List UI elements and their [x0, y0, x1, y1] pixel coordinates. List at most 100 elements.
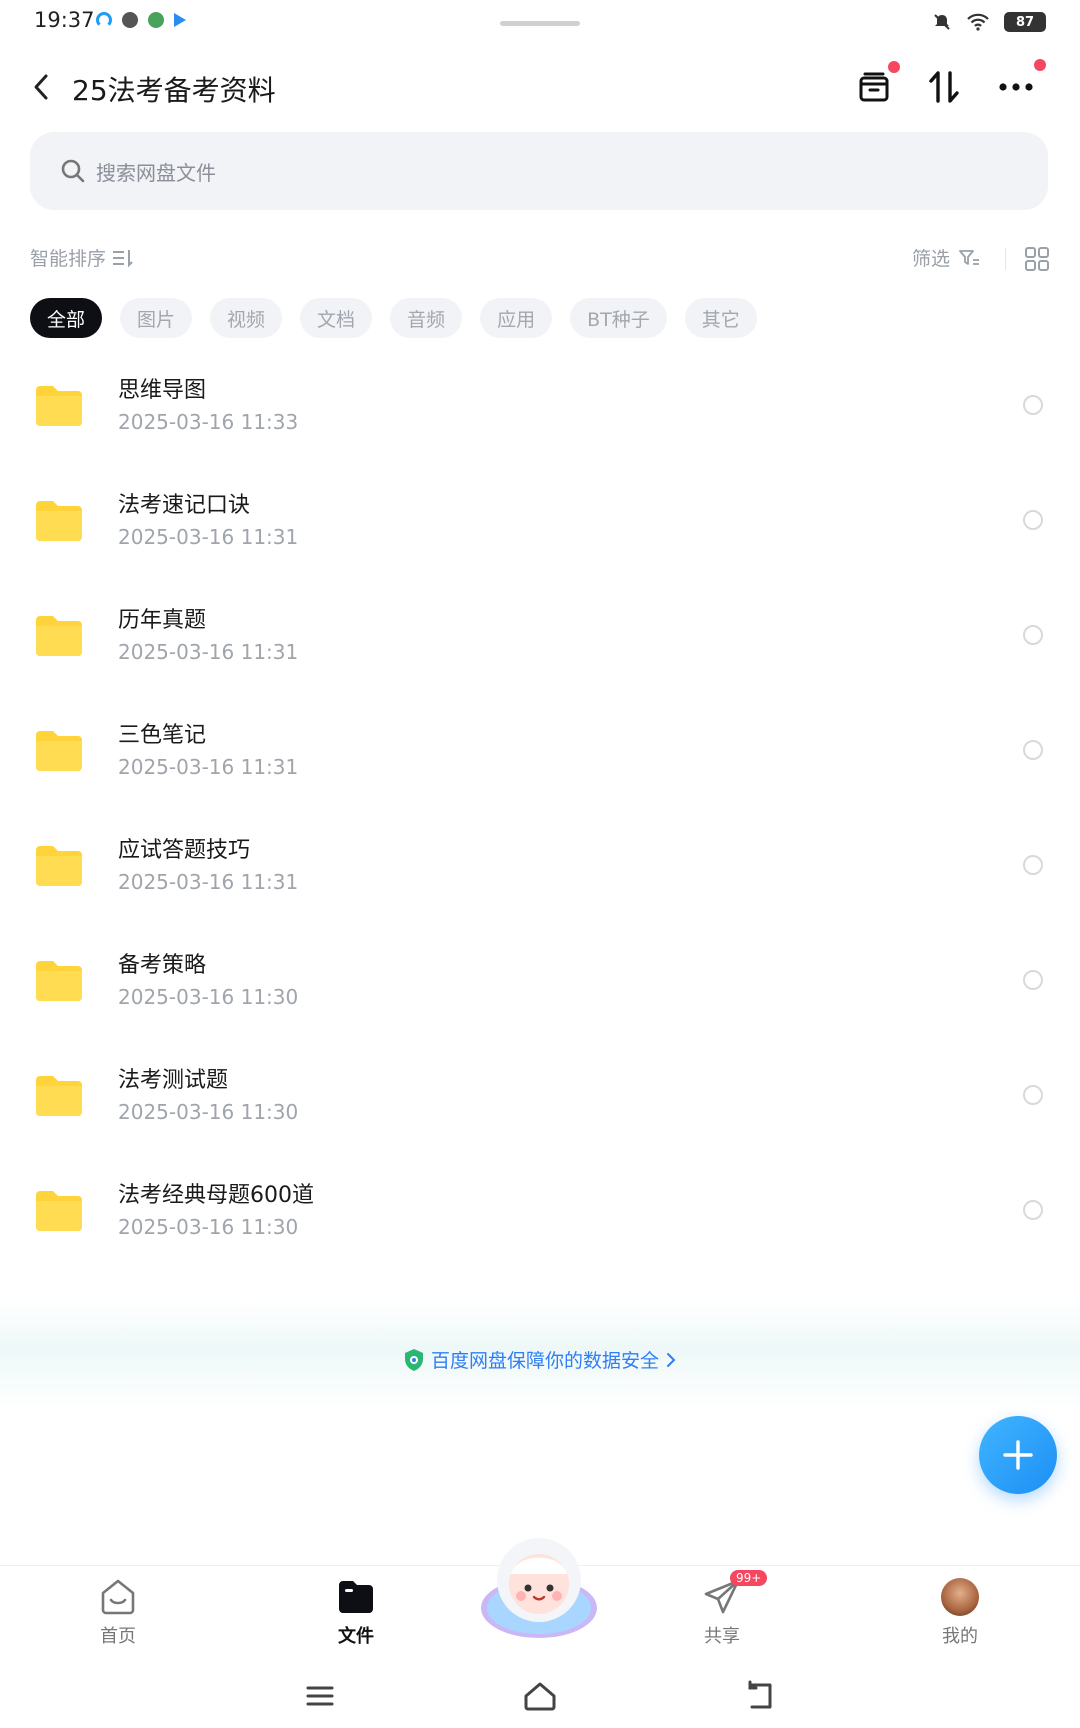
home-smile-icon [101, 1579, 135, 1615]
sort-order-button[interactable] [920, 63, 968, 111]
divider [1005, 248, 1006, 270]
security-link[interactable]: 百度网盘保障你的数据安全 [0, 1346, 1080, 1373]
file-date: 2025-03-16 11:30 [118, 1100, 299, 1124]
header: 25法考备考资料 [0, 55, 1080, 119]
file-name: 法考测试题 [118, 1068, 229, 1093]
sort-arrows-icon [929, 71, 959, 103]
file-row[interactable]: 备考策略 2025-03-16 11:30 [0, 937, 1080, 1052]
search-placeholder: 搜索网盘文件 [96, 160, 216, 185]
security-banner: 百度网盘保障你的数据安全 [0, 1300, 1080, 1410]
notification-icons [96, 12, 186, 28]
game-notification-icon [148, 12, 164, 28]
select-radio[interactable] [1023, 510, 1043, 530]
avatar [941, 1578, 979, 1616]
file-list: 思维导图 2025-03-16 11:33 法考速记口诀 2025-03-16 … [0, 362, 1080, 1282]
arrow-notification-icon [174, 13, 186, 27]
status-bar: 19:37 87 [0, 0, 1080, 48]
nav-home[interactable]: 首页 [78, 1578, 158, 1648]
chip-documents[interactable]: 文档 [300, 298, 373, 338]
file-row[interactable]: 应试答题技巧 2025-03-16 11:31 [0, 822, 1080, 937]
battery-indicator: 87 [1004, 12, 1046, 32]
back-button[interactable] [24, 67, 58, 107]
smart-sort-button[interactable]: 智能排序 [30, 244, 134, 271]
file-row[interactable]: 思维导图 2025-03-16 11:33 [0, 362, 1080, 477]
file-row[interactable]: 法考速记口诀 2025-03-16 11:31 [0, 477, 1080, 592]
nav-files-label: 文件 [338, 1626, 374, 1647]
grid-view-icon[interactable] [1024, 246, 1050, 272]
file-row[interactable]: 三色笔记 2025-03-16 11:31 [0, 707, 1080, 822]
app-notification-icon [96, 12, 112, 28]
status-right: 87 [932, 12, 1046, 32]
chip-bt-torrent[interactable]: BT种子 [570, 298, 667, 338]
select-radio[interactable] [1023, 625, 1043, 645]
folder-icon [36, 616, 82, 656]
search-bar[interactable]: 搜索网盘文件 [30, 132, 1048, 210]
menu-icon[interactable] [300, 1679, 340, 1713]
file-date: 2025-03-16 11:30 [118, 1215, 299, 1239]
file-name: 三色笔记 [118, 723, 207, 748]
search-icon [61, 159, 85, 183]
nav-share-label: 共享 [704, 1626, 740, 1647]
archive-box-icon [859, 72, 889, 102]
select-radio[interactable] [1023, 395, 1043, 415]
chip-images[interactable]: 图片 [120, 298, 193, 338]
file-date: 2025-03-16 11:30 [118, 985, 299, 1009]
chip-all[interactable]: 全部 [30, 298, 103, 338]
page-title: 25法考备考资料 [72, 74, 276, 107]
filter-button[interactable]: 筛选 [912, 244, 980, 271]
folder-icon [36, 501, 82, 541]
file-row[interactable]: 法考测试题 2025-03-16 11:30 [0, 1052, 1080, 1167]
folder-icon [36, 961, 82, 1001]
folder-icon [36, 846, 82, 886]
file-date: 2025-03-16 11:33 [118, 410, 299, 434]
drag-handle[interactable] [500, 21, 580, 26]
more-button[interactable] [992, 59, 1046, 111]
file-date: 2025-03-16 11:31 [118, 525, 299, 549]
chip-other[interactable]: 其它 [684, 298, 757, 338]
transfer-list-button[interactable] [850, 61, 900, 111]
wifi-icon [967, 13, 989, 31]
select-radio[interactable] [1023, 855, 1043, 875]
folder-icon [36, 1076, 82, 1116]
file-name: 思维导图 [118, 378, 207, 403]
select-radio[interactable] [1023, 1200, 1043, 1220]
plus-icon [1003, 1440, 1033, 1470]
nav-mine[interactable]: 我的 [920, 1578, 1000, 1648]
select-radio[interactable] [1023, 970, 1043, 990]
status-time: 19:37 [34, 8, 95, 32]
file-date: 2025-03-16 11:31 [118, 755, 299, 779]
nav-files[interactable]: 文件 [316, 1578, 396, 1648]
file-name: 法考速记口诀 [118, 493, 251, 518]
folder-icon [36, 731, 82, 771]
file-name: 应试答题技巧 [118, 838, 251, 863]
back-arrow-icon [34, 74, 48, 100]
chip-videos[interactable]: 视频 [210, 298, 283, 338]
system-nav-bar [0, 1665, 1080, 1728]
chip-apps[interactable]: 应用 [480, 298, 553, 338]
wechat-icon [122, 12, 138, 28]
select-radio[interactable] [1023, 1085, 1043, 1105]
home-icon[interactable] [520, 1679, 560, 1713]
more-dots-icon [999, 83, 1033, 91]
folder-icon [36, 1191, 82, 1231]
mascot-assistant-button[interactable] [478, 1530, 600, 1642]
file-name: 法考经典母题600道 [118, 1183, 314, 1208]
chip-audio[interactable]: 音频 [390, 298, 463, 338]
file-date: 2025-03-16 11:31 [118, 640, 299, 664]
chevron-right-icon [667, 1352, 676, 1367]
shield-icon [404, 1348, 423, 1371]
folder-icon [36, 386, 82, 426]
add-button[interactable] [979, 1416, 1057, 1494]
select-radio[interactable] [1023, 740, 1043, 760]
file-row[interactable]: 历年真题 2025-03-16 11:31 [0, 592, 1080, 707]
filter-icon [959, 249, 979, 265]
transfer-red-dot [888, 61, 900, 73]
smart-sort-label: 智能排序 [30, 248, 107, 270]
nav-mine-label: 我的 [942, 1626, 978, 1647]
file-name: 备考策略 [118, 953, 207, 978]
back-nav-icon[interactable] [740, 1679, 780, 1713]
security-text: 百度网盘保障你的数据安全 [430, 1350, 659, 1372]
nav-share[interactable]: 99+ 共享 [682, 1570, 768, 1648]
mute-icon [934, 14, 950, 30]
file-row[interactable]: 法考经典母题600道 2025-03-16 11:30 [0, 1167, 1080, 1282]
